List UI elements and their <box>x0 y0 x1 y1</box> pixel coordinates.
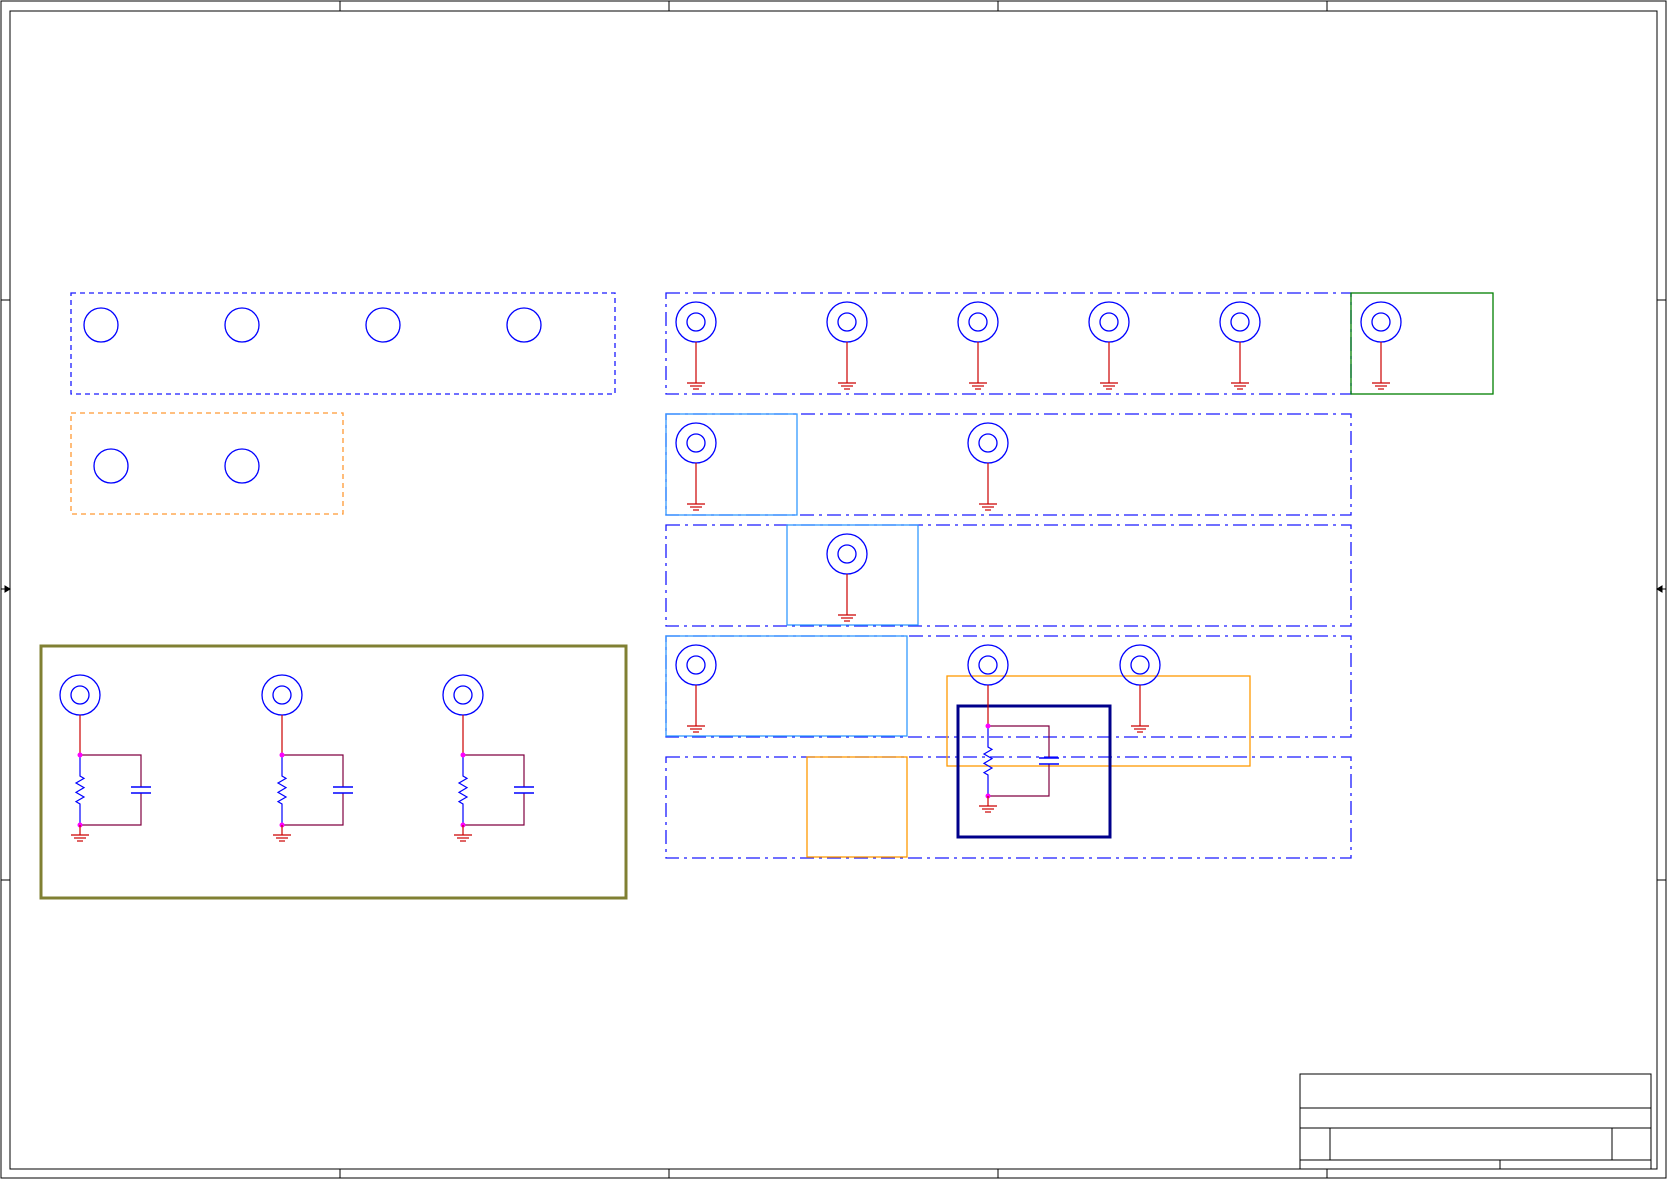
unconnected-terminals <box>83 307 542 484</box>
connector-outer-ring <box>675 301 717 343</box>
net-wire <box>988 725 1050 758</box>
connector-inner-ring <box>968 312 988 332</box>
region-row-4 <box>665 635 1352 738</box>
coax-connector <box>967 422 1009 511</box>
coax-connector <box>967 644 1009 726</box>
group-box-blue-dashed <box>70 292 616 395</box>
highlight-box-orange-1 <box>946 675 1251 767</box>
connector-inner-ring <box>1099 312 1119 332</box>
rc-network <box>454 752 534 842</box>
coax-connectors <box>675 301 1402 733</box>
terminal-circle <box>365 307 401 343</box>
connector-outer-ring <box>957 301 999 343</box>
terminal-circle <box>93 448 129 484</box>
terminal-circle <box>224 448 260 484</box>
terminal-circle <box>506 307 542 343</box>
connector-inner-ring <box>70 685 90 705</box>
coax-connector <box>675 301 717 390</box>
connector-outer-ring <box>967 644 1009 686</box>
connector-outer-ring <box>442 674 484 716</box>
coax-connector <box>826 533 868 622</box>
highlight-box-lightblue-1 <box>665 413 798 516</box>
rc-circuits <box>59 644 1059 842</box>
coax-connector <box>1088 301 1130 390</box>
connector-outer-ring <box>1088 301 1130 343</box>
terminal-circle <box>83 307 119 343</box>
net-wire <box>282 754 344 787</box>
connector-inner-ring <box>978 655 998 675</box>
resistor <box>457 755 469 825</box>
connector-outer-ring <box>826 301 868 343</box>
coax-connector <box>957 301 999 390</box>
net-wire <box>80 793 142 826</box>
drawing-frame <box>0 0 1667 1179</box>
coax-connector <box>1360 301 1402 390</box>
title-block <box>1299 1073 1652 1170</box>
connector-outer-ring <box>675 644 717 686</box>
highlight-box-olive <box>39 644 628 900</box>
rc-network <box>71 752 151 842</box>
connector-inner-ring <box>686 312 706 332</box>
region-row-3 <box>665 524 1352 627</box>
connector-outer-ring <box>261 674 303 716</box>
region-row-5 <box>665 756 1352 859</box>
coax-connector <box>442 674 484 755</box>
connector-inner-ring <box>1371 312 1391 332</box>
coax-connector <box>826 301 868 390</box>
connector-inner-ring <box>837 544 857 564</box>
net-wire <box>463 754 525 787</box>
connector-outer-ring <box>826 533 868 575</box>
highlight-box-green <box>1350 292 1494 395</box>
terminal-circle <box>224 307 260 343</box>
dash-dot-regions <box>665 292 1352 859</box>
connector-inner-ring <box>978 433 998 453</box>
connector-inner-ring <box>1130 655 1150 675</box>
rc-network <box>273 752 353 842</box>
connector-inner-ring <box>837 312 857 332</box>
coax-connector <box>261 674 303 755</box>
connector-inner-ring <box>1230 312 1250 332</box>
schematic-sheet <box>0 0 1667 1179</box>
connector-inner-ring <box>686 433 706 453</box>
net-wire <box>282 793 344 826</box>
connector-outer-ring <box>59 674 101 716</box>
region-row-1 <box>665 292 1352 395</box>
highlight-box-lightblue-2 <box>786 524 919 626</box>
junction-dot <box>77 752 83 758</box>
connector-outer-ring <box>1219 301 1261 343</box>
connector-outer-ring <box>1119 644 1161 686</box>
junction-dot <box>985 723 991 729</box>
junction-dot <box>279 752 285 758</box>
frame-center-arrows <box>1 585 1666 593</box>
coax-connector <box>1219 301 1261 390</box>
group-box-orange-dashed <box>70 412 344 515</box>
highlight-box-lightblue-3 <box>665 635 908 737</box>
resistor <box>74 755 86 825</box>
net-wire <box>463 793 525 826</box>
connector-outer-ring <box>967 422 1009 464</box>
connector-inner-ring <box>272 685 292 705</box>
resistor <box>276 755 288 825</box>
coax-connector <box>1119 644 1161 733</box>
net-wire <box>988 764 1050 797</box>
net-wire <box>80 754 142 787</box>
coax-connector <box>675 422 717 511</box>
coax-connector <box>675 644 717 733</box>
connector-inner-ring <box>686 655 706 675</box>
connector-outer-ring <box>675 422 717 464</box>
junction-dot <box>460 752 466 758</box>
connector-inner-ring <box>453 685 473 705</box>
connector-outer-ring <box>1360 301 1402 343</box>
highlight-box-orange-2 <box>806 756 908 858</box>
coax-connector <box>59 674 101 755</box>
region-row-2 <box>665 413 1352 516</box>
